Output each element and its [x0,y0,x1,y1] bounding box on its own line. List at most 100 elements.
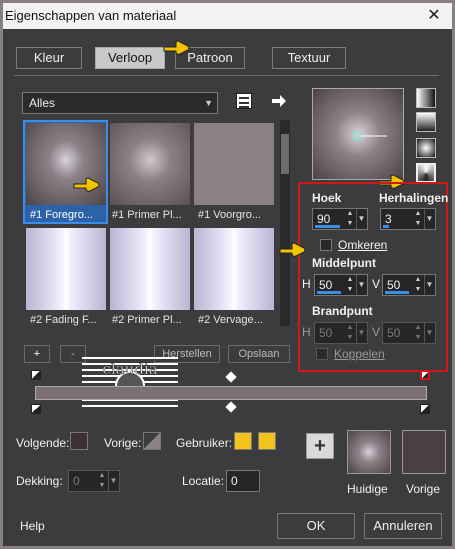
gradient-thumbnail[interactable] [110,228,190,310]
opacity-stop-marker[interactable] [31,370,41,380]
opacity-label: Dekking: [16,474,63,488]
spin-arrows-icon[interactable]: ▲ ▼ [345,323,355,343]
location-value: 0 [231,474,238,488]
repeats-value: 3 [385,212,392,226]
focal-h-label: H [302,325,311,339]
center-h-label: H [302,277,311,291]
category-dropdown[interactable]: Alles ▼ [22,92,218,114]
background-swatch[interactable] [143,432,161,450]
spin-arrows-icon[interactable]: ▲ ▼ [413,209,423,229]
angle-label: Hoek [312,191,342,205]
linear-style-icon[interactable] [416,88,436,108]
arrow-right-icon[interactable] [270,92,288,110]
invert-label: Omkeren [338,238,388,252]
scrollbar-thumb[interactable] [281,134,289,174]
sunburst-style-icon[interactable] [416,138,436,158]
value-slider-bar[interactable] [385,291,409,294]
angle-spinner[interactable]: 90 ▲ ▼ ▼ [312,208,368,230]
category-value: Alles [29,96,56,110]
focal-h-spinner[interactable]: 50 ▲ ▼ ▼ [314,322,368,344]
save-button[interactable]: Opslaan [228,345,290,363]
focal-v-spinner[interactable]: 50 ▲ ▼ ▼ [382,322,436,344]
link-label: Koppelen [334,347,385,361]
gradient-bar[interactable] [35,386,427,400]
gradient-thumbnail[interactable] [194,228,274,310]
current-label: Huidige [347,482,388,496]
gradient-thumbnail[interactable] [110,123,190,205]
previous-swatch[interactable] [402,430,446,474]
link-checkbox[interactable] [316,348,328,360]
center-h-value: 50 [319,278,333,292]
add-to-swatches-button[interactable]: + [306,433,334,459]
angle-value: 90 [317,212,331,226]
rectangular-style-icon[interactable] [416,112,436,132]
watermark-logo: claudia [82,352,178,414]
opacity-spinner[interactable]: 0 ▲ ▼ ▼ [68,470,120,492]
chevron-down-icon[interactable]: ▼ [356,209,366,229]
current-swatch [347,430,391,474]
user-label: Gebruiker: [176,436,233,450]
tab-verloop[interactable]: Verloop [95,47,165,69]
opacity-stop-marker[interactable] [420,370,430,380]
value-slider-bar[interactable] [315,225,340,228]
close-icon[interactable]: ✕ [422,3,446,29]
invert-checkbox[interactable] [320,239,332,251]
center-v-value: 50 [387,278,401,292]
ok-button[interactable]: OK [277,513,355,539]
tab-kleur[interactable]: Kleur [16,47,82,69]
title-bar: Eigenschappen van materiaal ✕ [3,3,452,29]
pointer-hand-icon [162,38,190,55]
chevron-down-icon[interactable]: ▼ [108,471,118,491]
spin-arrows-icon[interactable]: ▲ ▼ [97,471,107,491]
spin-arrows-icon[interactable]: ▲ ▼ [413,275,423,295]
focal-v-label: V [372,325,381,339]
chevron-down-icon[interactable]: ▼ [356,323,366,343]
svg-text:claudia: claudia [102,360,157,378]
opacity-value: 0 [73,474,80,488]
gradient-thumbnail[interactable] [26,228,106,310]
thumbnail-caption: #2 Fading F... [30,314,97,326]
repeats-label: Herhalingen [379,191,449,205]
thumbnail-scrollbar[interactable] [280,120,290,326]
chevron-down-icon: ▼ [204,98,213,108]
thumbnail-caption: #1 Voorgro... [198,209,261,221]
value-slider-bar[interactable] [317,291,341,294]
focal-v-value: 50 [387,326,401,340]
chevron-down-icon[interactable]: ▼ [356,275,366,295]
center-v-label: V [372,277,381,291]
center-v-spinner[interactable]: 50 ▲ ▼ ▼ [382,274,436,296]
document-icon[interactable] [236,93,252,109]
spin-arrows-icon[interactable]: ▲ ▼ [413,323,423,343]
pointer-hand-icon [72,175,100,192]
pointer-hand-icon [278,240,306,257]
color-stop-marker[interactable] [31,404,41,414]
location-label: Locatie: [182,474,225,488]
add-gradient-button[interactable]: + [24,345,50,363]
tab-textuur[interactable]: Textuur [272,47,346,69]
color-stop-marker[interactable] [420,404,430,414]
user-color-picker[interactable] [258,432,276,450]
value-slider-bar[interactable] [383,225,389,228]
repeats-spinner[interactable]: 3 ▲ ▼ ▼ [380,208,436,230]
focal-h-value: 50 [319,326,333,340]
gradient-thumbnail[interactable] [194,123,274,205]
user-swatch[interactable] [234,432,252,450]
spin-arrows-icon[interactable]: ▲ ▼ [345,209,355,229]
location-input[interactable]: 0 [226,470,260,492]
foreground-swatch[interactable] [70,432,88,450]
background-label: Vorige: [104,436,142,450]
radial-style-icon[interactable] [416,163,436,183]
gradient-preview [312,88,404,180]
spin-arrows-icon[interactable]: ▲ ▼ [345,275,355,295]
thumbnail-caption: #2 Vervage... [198,314,263,326]
chevron-down-icon[interactable]: ▼ [424,323,434,343]
window-title: Eigenschappen van materiaal [5,8,177,23]
chevron-down-icon[interactable]: ▼ [424,209,434,229]
help-button[interactable]: Help [20,519,45,533]
chevron-down-icon[interactable]: ▼ [424,275,434,295]
previous-label: Vorige [406,482,441,496]
tab-divider [14,75,439,76]
center-h-spinner[interactable]: 50 ▲ ▼ ▼ [314,274,368,296]
cancel-button[interactable]: Annuleren [364,513,442,539]
thumbnail-caption: #1 Foregro... [30,209,93,221]
